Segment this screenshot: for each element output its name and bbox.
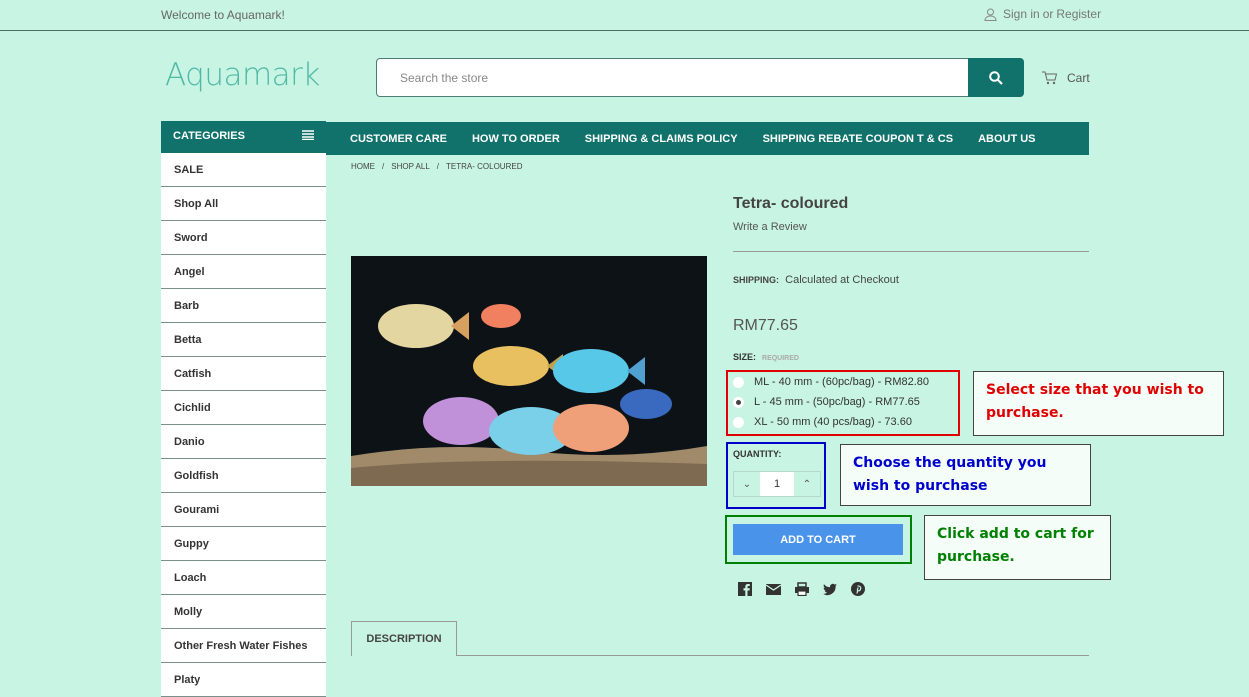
cart-icon: [1042, 71, 1057, 85]
product-price: RM77.65: [733, 317, 798, 334]
nav-about-us[interactable]: ABOUT US: [978, 133, 1035, 145]
cart-highlight-box: [725, 515, 912, 564]
tab-divider: [351, 655, 1089, 656]
nav-customer-care[interactable]: CUSTOMER CARE: [350, 133, 447, 145]
twitter-icon[interactable]: [823, 582, 837, 596]
or-text: or: [1042, 7, 1054, 21]
cart-label: Cart: [1067, 71, 1090, 85]
breadcrumb: HOME / SHOP ALL / TETRA- COLOURED: [351, 162, 522, 171]
product-title: Tetra- coloured: [733, 195, 849, 212]
category-item[interactable]: Catfish: [161, 357, 326, 391]
category-item[interactable]: Loach: [161, 561, 326, 595]
category-item[interactable]: Sword: [161, 221, 326, 255]
size-label: SIZE:: [733, 352, 757, 362]
search-button[interactable]: [968, 58, 1024, 97]
tab-description[interactable]: DESCRIPTION: [351, 621, 457, 656]
category-item[interactable]: Goldfish: [161, 459, 326, 493]
breadcrumb-home[interactable]: HOME: [351, 162, 375, 171]
shipping-value: Calculated at Checkout: [785, 274, 899, 286]
cart-link[interactable]: Cart: [1042, 71, 1090, 85]
shipping-label: SHIPPING:: [733, 275, 780, 285]
user-icon: [984, 8, 997, 21]
category-item[interactable]: Other Fresh Water Fishes: [161, 629, 326, 663]
shipping-info: SHIPPING: Calculated at Checkout: [733, 274, 899, 286]
facebook-icon[interactable]: [738, 582, 752, 596]
breadcrumb-separator: /: [382, 162, 385, 171]
register-link[interactable]: Register: [1056, 7, 1101, 21]
breadcrumb-shop-all[interactable]: SHOP ALL: [391, 162, 430, 171]
category-item[interactable]: Angel: [161, 255, 326, 289]
quantity-highlight-box: [726, 442, 826, 509]
search-icon: [989, 70, 1003, 85]
main-nav: CUSTOMER CARE HOW TO ORDER SHIPPING & CL…: [326, 122, 1089, 155]
nav-shipping-claims[interactable]: SHIPPING & CLAIMS POLICY: [585, 133, 738, 145]
breadcrumb-separator: /: [436, 162, 440, 171]
category-item[interactable]: Gourami: [161, 493, 326, 527]
category-item[interactable]: Betta: [161, 323, 326, 357]
logo[interactable]: Aquamark: [165, 57, 320, 93]
category-item[interactable]: Shop All: [161, 187, 326, 221]
nav-how-to-order[interactable]: HOW TO ORDER: [472, 133, 560, 145]
cart-annotation: Click add to cart for purchase.: [924, 515, 1111, 580]
size-highlight-box: [726, 370, 960, 436]
search-input[interactable]: Search the store: [376, 58, 970, 97]
category-item[interactable]: Guppy: [161, 527, 326, 561]
divider: [733, 251, 1089, 252]
print-icon[interactable]: [795, 582, 809, 596]
category-list: SALE Shop All Sword Angel Barb Betta Cat…: [161, 153, 326, 697]
category-item[interactable]: Danio: [161, 425, 326, 459]
category-item[interactable]: SALE: [161, 153, 326, 187]
category-item[interactable]: Barb: [161, 289, 326, 323]
quantity-annotation: Choose the quantity you wish to purchase: [840, 444, 1091, 506]
product-image[interactable]: [351, 256, 707, 486]
breadcrumb-current: TETRA- COLOURED: [446, 162, 523, 171]
share-icons: [738, 582, 865, 596]
pinterest-icon[interactable]: [851, 582, 865, 596]
category-item[interactable]: Platy: [161, 663, 326, 697]
nav-shipping-rebate[interactable]: SHIPPING REBATE COUPON T & CS: [763, 133, 953, 145]
sign-in-link[interactable]: Sign in: [1003, 7, 1040, 21]
account-links: Sign in or Register: [984, 7, 1101, 21]
welcome-text: Welcome to Aquamark!: [161, 8, 285, 22]
categories-title: CATEGORIES: [173, 130, 245, 142]
email-icon[interactable]: [766, 582, 781, 596]
write-review-link[interactable]: Write a Review: [733, 221, 807, 233]
category-item[interactable]: Cichlid: [161, 391, 326, 425]
size-label-row: SIZE: REQUIRED: [733, 352, 799, 362]
size-annotation: Select size that you wish to purchase.: [973, 371, 1224, 436]
required-label: REQUIRED: [762, 355, 799, 362]
menu-icon[interactable]: [302, 130, 314, 140]
category-item[interactable]: Molly: [161, 595, 326, 629]
categories-header: CATEGORIES: [161, 121, 326, 153]
